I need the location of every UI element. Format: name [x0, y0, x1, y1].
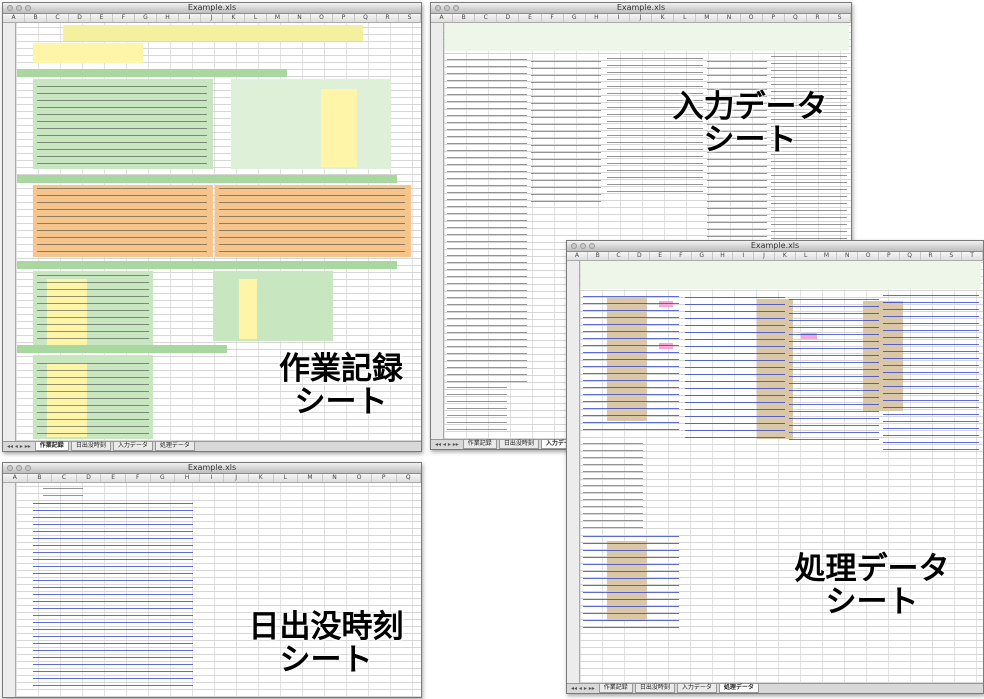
- caption-work-record: 作業記録 シート: [279, 351, 403, 421]
- row-header-bar[interactable]: [3, 23, 16, 441]
- title-bar[interactable]: Example.xls: [567, 241, 983, 252]
- sheet-tab[interactable]: 日出没時刻: [634, 684, 675, 693]
- sheet-tab-bar: ◂◂ ◂ ▸ ▸▸ 作業記録 日出没時刻 入力データ 処理データ: [567, 683, 983, 693]
- caption-input-data: 入力データ シート: [672, 89, 828, 159]
- sheet-tab[interactable]: 入力データ: [676, 684, 717, 693]
- title-bar[interactable]: Example.xls: [3, 463, 421, 474]
- settings-values: [321, 89, 357, 167]
- row-header-bar[interactable]: [431, 23, 444, 439]
- sheet-tab[interactable]: 処理データ: [154, 442, 195, 451]
- settings-panel: [231, 79, 391, 169]
- title-bar[interactable]: Example.xls: [431, 3, 851, 14]
- caption-processed-data: 処理データ シート: [794, 551, 950, 621]
- film-table-values: [239, 279, 257, 339]
- sheet-tab[interactable]: 日出没時刻: [498, 440, 539, 449]
- workbook-window-sunrise-sunset: Example.xls ABCDEFGHIJKLMNOPQ 日出没時刻 シート: [2, 462, 422, 698]
- column-header-bar[interactable]: ABCDEFGHIJKLMNOPQRST: [567, 252, 983, 261]
- workbook-window-work-record: Example.xls ABCDEFGHIJKLMNOPQRS ◂◂ ◂ ▸ ▸…: [2, 2, 422, 452]
- column-header-bar[interactable]: ABCDEFGHIJKLMNOPQ: [3, 474, 421, 483]
- column-header-bar[interactable]: ABCDEFGHIJKLMNOPQRS: [3, 14, 421, 23]
- window-title: Example.xls: [750, 241, 800, 250]
- column-header-bar[interactable]: ABCDEFGHIJKLMNOPQRS: [431, 14, 851, 23]
- sheet-nav-arrows[interactable]: ◂◂ ◂ ▸ ▸▸: [435, 441, 459, 448]
- sheet-tab[interactable]: 作業記録: [34, 442, 69, 451]
- window-title: Example.xls: [187, 3, 237, 12]
- film-table: [213, 271, 333, 341]
- caption-sunrise-sunset: 日出没時刻 シート: [248, 609, 404, 679]
- section-header-install: [17, 175, 397, 183]
- sheet-tab[interactable]: 入力データ: [112, 442, 153, 451]
- sheet-nav-arrows[interactable]: ◂◂ ◂ ▸ ▸▸: [7, 443, 31, 450]
- section-header-check: [17, 261, 397, 269]
- section-header-retrieve: [17, 345, 227, 353]
- row-header-bar[interactable]: [567, 261, 580, 683]
- sheet-tab[interactable]: 作業記録: [598, 684, 633, 693]
- title-bar[interactable]: Example.xls: [3, 3, 421, 14]
- window-title: Example.xls: [616, 3, 666, 12]
- header-cells: [33, 43, 143, 63]
- sheet-nav-arrows[interactable]: ◂◂ ◂ ▸ ▸▸: [571, 685, 595, 692]
- sheet-tab[interactable]: 処理データ: [718, 684, 759, 693]
- sheet-tab[interactable]: 作業記録: [462, 440, 497, 449]
- header-rows: [581, 261, 981, 289]
- sheet-tab-bar: ◂◂ ◂ ▸ ▸▸ 作業記録 日出没時刻 入力データ 処理データ: [3, 441, 421, 451]
- workbook-window-processed-data: Example.xls ABCDEFGHIJKLMNOPQRST ◂◂ ◂ ▸ …: [566, 240, 984, 694]
- header-rows: [445, 23, 849, 51]
- sheet-tab[interactable]: 日出没時刻: [70, 442, 111, 451]
- section-header-setup: [17, 69, 287, 77]
- window-title: Example.xls: [187, 463, 237, 472]
- instruction-banner: [63, 25, 363, 41]
- row-header-bar[interactable]: [3, 483, 16, 697]
